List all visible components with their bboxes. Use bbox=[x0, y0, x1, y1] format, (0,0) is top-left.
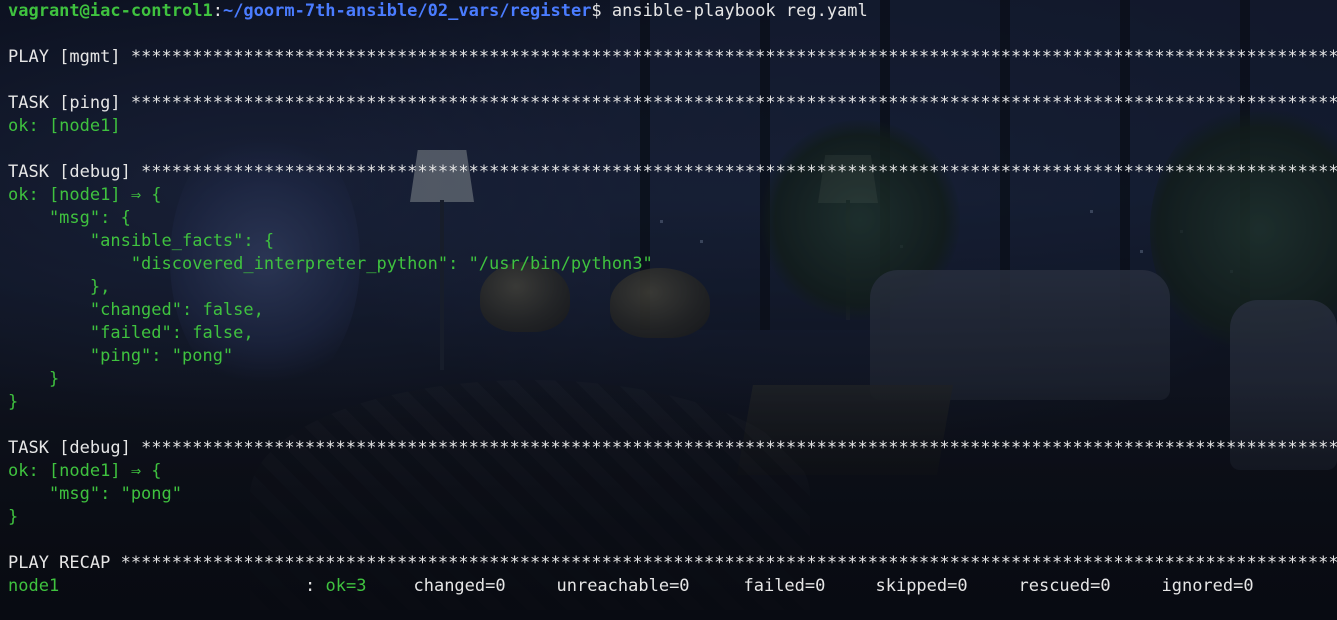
debug-output-line: ok: [node1] ⇒ { bbox=[8, 461, 162, 481]
prompt-user-host: vagrant@iac-control1 bbox=[8, 1, 213, 21]
prompt-path: ~/goorm-7th-ansible/02_vars/register bbox=[222, 1, 592, 21]
task-header-label: TASK [debug] bbox=[8, 162, 131, 182]
task-result: ok: [node1] bbox=[8, 116, 121, 136]
recap-row: node1: ok=3 changed=0 unreachable=0 failed=… bbox=[8, 575, 1337, 598]
task-header: TASK [ping] ****************************… bbox=[8, 92, 1337, 115]
task-header: TASK [debug] ***************************… bbox=[8, 161, 1337, 184]
recap-changed: changed=0 bbox=[413, 576, 506, 596]
debug-output-line: } bbox=[8, 392, 19, 412]
recap-ok: ok=3 bbox=[325, 576, 367, 596]
prompt-line: vagrant@iac-control1:~/goorm-7th-ansible… bbox=[8, 0, 1337, 23]
play-header-label: PLAY [mgmt] bbox=[8, 47, 121, 67]
debug-output-line: "msg": { bbox=[8, 208, 131, 228]
recap-header: PLAY RECAP *****************************… bbox=[8, 552, 1337, 575]
separator-stars: ****************************************… bbox=[130, 47, 1337, 67]
recap-failed: failed=0 bbox=[743, 576, 826, 596]
prompt-symbol: $ bbox=[591, 1, 602, 21]
separator-stars: ****************************************… bbox=[130, 93, 1337, 113]
separator-stars: ****************************************… bbox=[141, 438, 1337, 458]
recap-colon: : bbox=[305, 576, 326, 596]
separator-stars: ****************************************… bbox=[120, 553, 1337, 573]
command-text: ansible-playbook reg.yaml bbox=[601, 1, 868, 21]
separator-stars: ****************************************… bbox=[141, 162, 1337, 182]
recap-unreachable: unreachable=0 bbox=[556, 576, 690, 596]
debug-output-line: "msg": "pong" bbox=[8, 484, 182, 504]
debug-output-line: } bbox=[8, 507, 19, 527]
debug-output-line: "discovered_interpreter_python": "/usr/b… bbox=[8, 254, 653, 274]
debug-output-line: "failed": false, bbox=[8, 323, 254, 343]
debug-output-line: "ping": "pong" bbox=[8, 346, 234, 366]
play-header: PLAY [mgmt] ****************************… bbox=[8, 46, 1337, 69]
debug-output-line: "ansible_facts": { bbox=[8, 231, 275, 251]
recap-host: node1 bbox=[8, 576, 60, 596]
task-header-label: TASK [ping] bbox=[8, 93, 121, 113]
debug-output-line: ok: [node1] ⇒ { bbox=[8, 185, 162, 205]
terminal-output[interactable]: vagrant@iac-control1:~/goorm-7th-ansible… bbox=[0, 0, 1337, 620]
recap-rescued: rescued=0 bbox=[1018, 576, 1111, 596]
task-header: TASK [debug] ***************************… bbox=[8, 437, 1337, 460]
task-header-label: TASK [debug] bbox=[8, 438, 131, 458]
debug-output-line: } bbox=[8, 369, 60, 389]
recap-header-label: PLAY RECAP bbox=[8, 553, 111, 573]
recap-ignored: ignored=0 bbox=[1161, 576, 1254, 596]
debug-output-line: "changed": false, bbox=[8, 300, 264, 320]
recap-skipped: skipped=0 bbox=[875, 576, 968, 596]
debug-output-line: }, bbox=[8, 277, 111, 297]
prompt-separator: : bbox=[212, 1, 223, 21]
